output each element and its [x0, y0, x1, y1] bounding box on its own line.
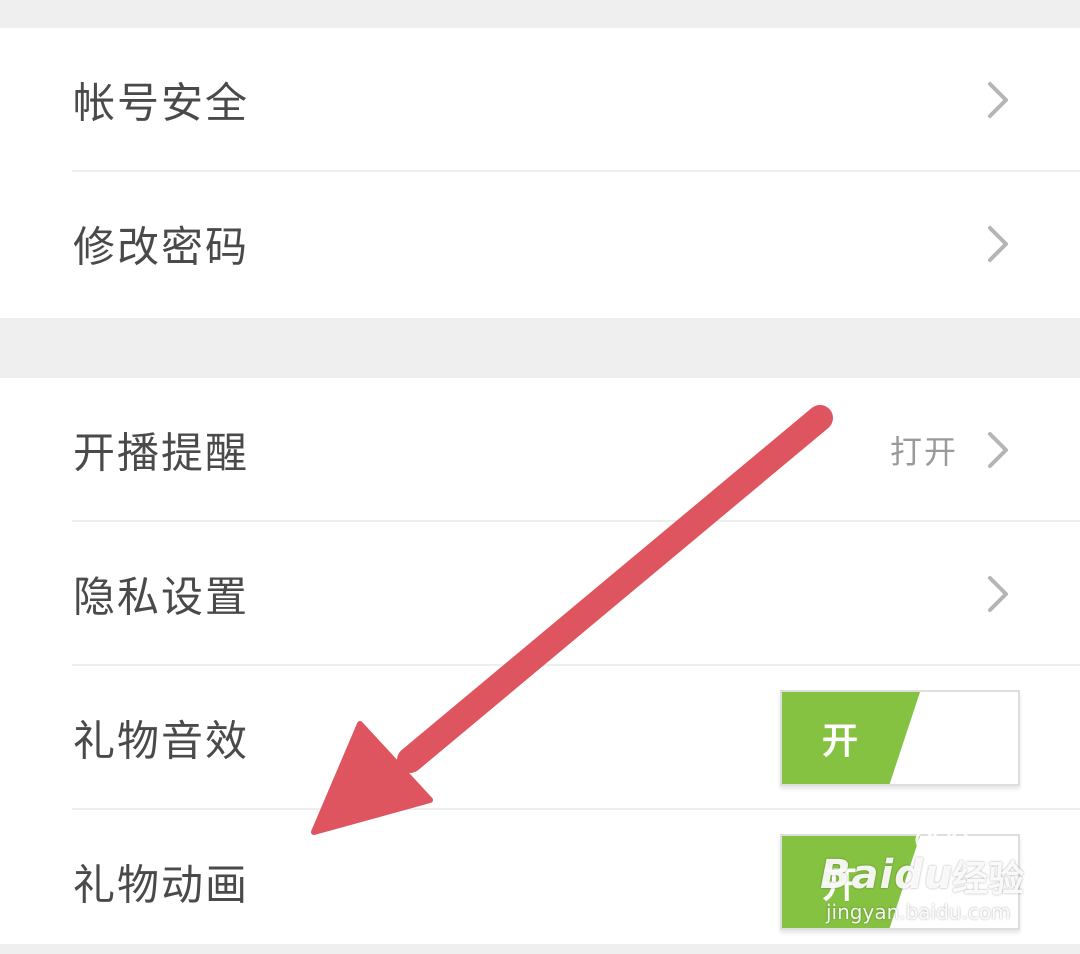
settings-group-account: 帐号安全 修改密码: [0, 28, 1080, 318]
chevron-right-icon: [986, 224, 1010, 264]
settings-row-privacy[interactable]: 隐私设置: [0, 522, 1080, 666]
row-label: 隐私设置: [73, 572, 250, 622]
settings-page: 帐号安全 修改密码 开播提醒 打开 隐私设置 礼物音效 开 礼物动画 开 Bai…: [0, 0, 1080, 944]
row-label: 礼物音效: [73, 716, 250, 766]
toggle-on-label: 开: [822, 865, 859, 906]
settings-row-gift-sound: 礼物音效 开: [0, 666, 1080, 810]
row-label: 修改密码: [73, 222, 250, 272]
settings-group-preferences: 开播提醒 打开 隐私设置 礼物音效 开 礼物动画 开: [0, 378, 1080, 944]
chevron-right-icon: [986, 80, 1010, 120]
row-value: 打开: [889, 433, 958, 471]
settings-row-gift-animation: 礼物动画 开: [0, 810, 1080, 954]
settings-row-account-security[interactable]: 帐号安全: [0, 28, 1080, 172]
row-label: 礼物动画: [73, 860, 250, 910]
chevron-right-icon: [986, 430, 1010, 470]
row-label: 开播提醒: [73, 428, 250, 478]
gift-animation-toggle[interactable]: 开: [780, 834, 1020, 930]
settings-row-change-password[interactable]: 修改密码: [0, 172, 1080, 316]
chevron-right-icon: [986, 574, 1010, 614]
settings-row-live-reminder[interactable]: 开播提醒 打开: [0, 378, 1080, 522]
gift-sound-toggle[interactable]: 开: [780, 690, 1020, 786]
row-label: 帐号安全: [73, 78, 250, 128]
toggle-on-label: 开: [822, 721, 859, 762]
